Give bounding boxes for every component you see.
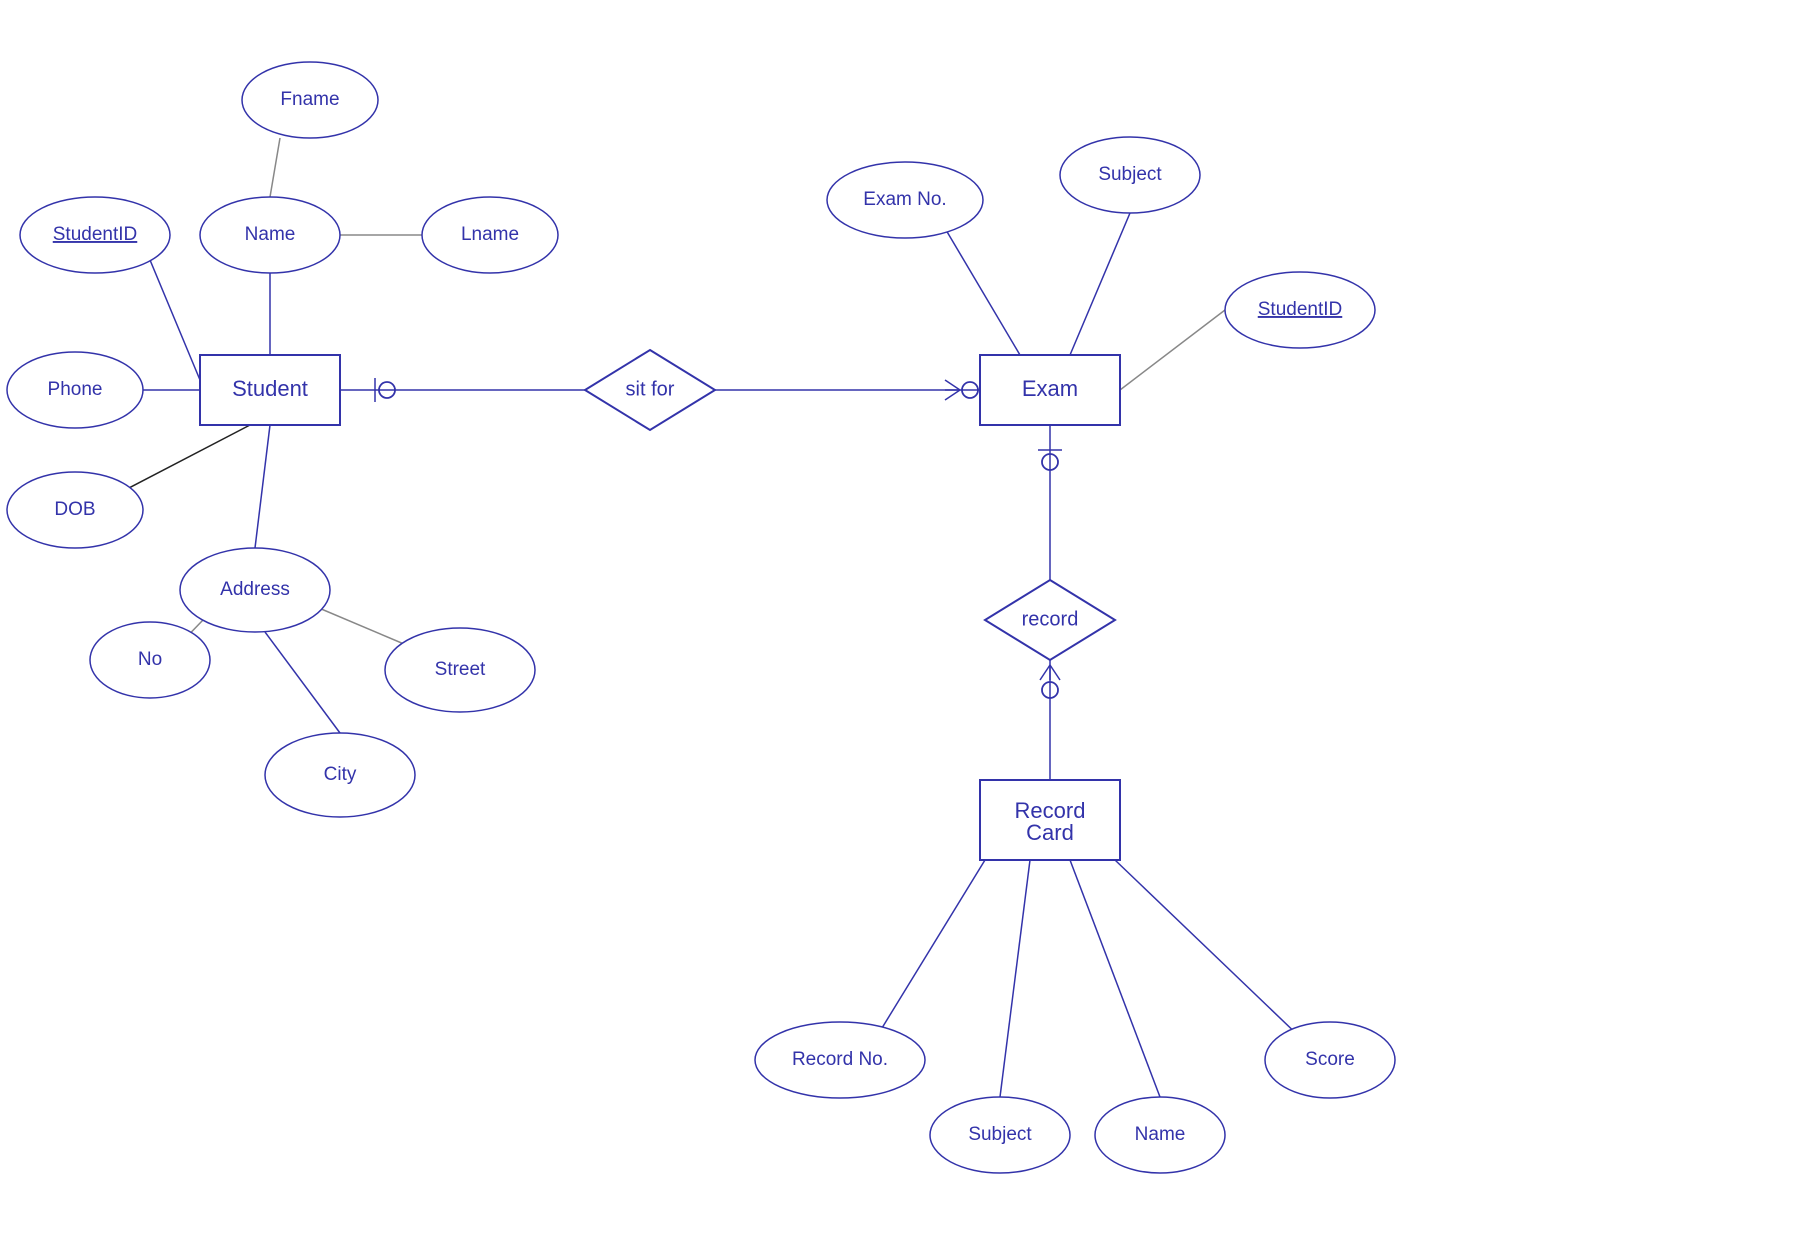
svg-text:Phone: Phone xyxy=(48,379,103,400)
svg-text:City: City xyxy=(324,764,357,785)
svg-text:Subject: Subject xyxy=(1098,164,1162,185)
svg-text:Name: Name xyxy=(1135,1124,1186,1145)
svg-text:Name: Name xyxy=(245,224,296,245)
svg-text:Score: Score xyxy=(1305,1049,1355,1070)
svg-text:Exam: Exam xyxy=(1022,376,1078,401)
svg-text:record: record xyxy=(1022,608,1079,630)
svg-text:Exam No.: Exam No. xyxy=(863,189,946,210)
svg-text:StudentID: StudentID xyxy=(53,224,138,245)
svg-text:StudentID: StudentID xyxy=(1258,299,1343,320)
svg-text:Street: Street xyxy=(435,659,486,680)
svg-text:Lname: Lname xyxy=(461,224,519,245)
svg-text:Subject: Subject xyxy=(968,1124,1032,1145)
svg-text:Student: Student xyxy=(232,376,308,401)
svg-text:Fname: Fname xyxy=(280,89,339,110)
svg-text:DOB: DOB xyxy=(54,499,95,520)
er-diagram: StudentExamRecordCardsit forrecordStuden… xyxy=(0,0,1800,1250)
svg-text:No: No xyxy=(138,649,162,670)
svg-text:sit for: sit for xyxy=(626,378,675,400)
svg-text:Record No.: Record No. xyxy=(792,1049,888,1070)
svg-text:Address: Address xyxy=(220,579,290,600)
